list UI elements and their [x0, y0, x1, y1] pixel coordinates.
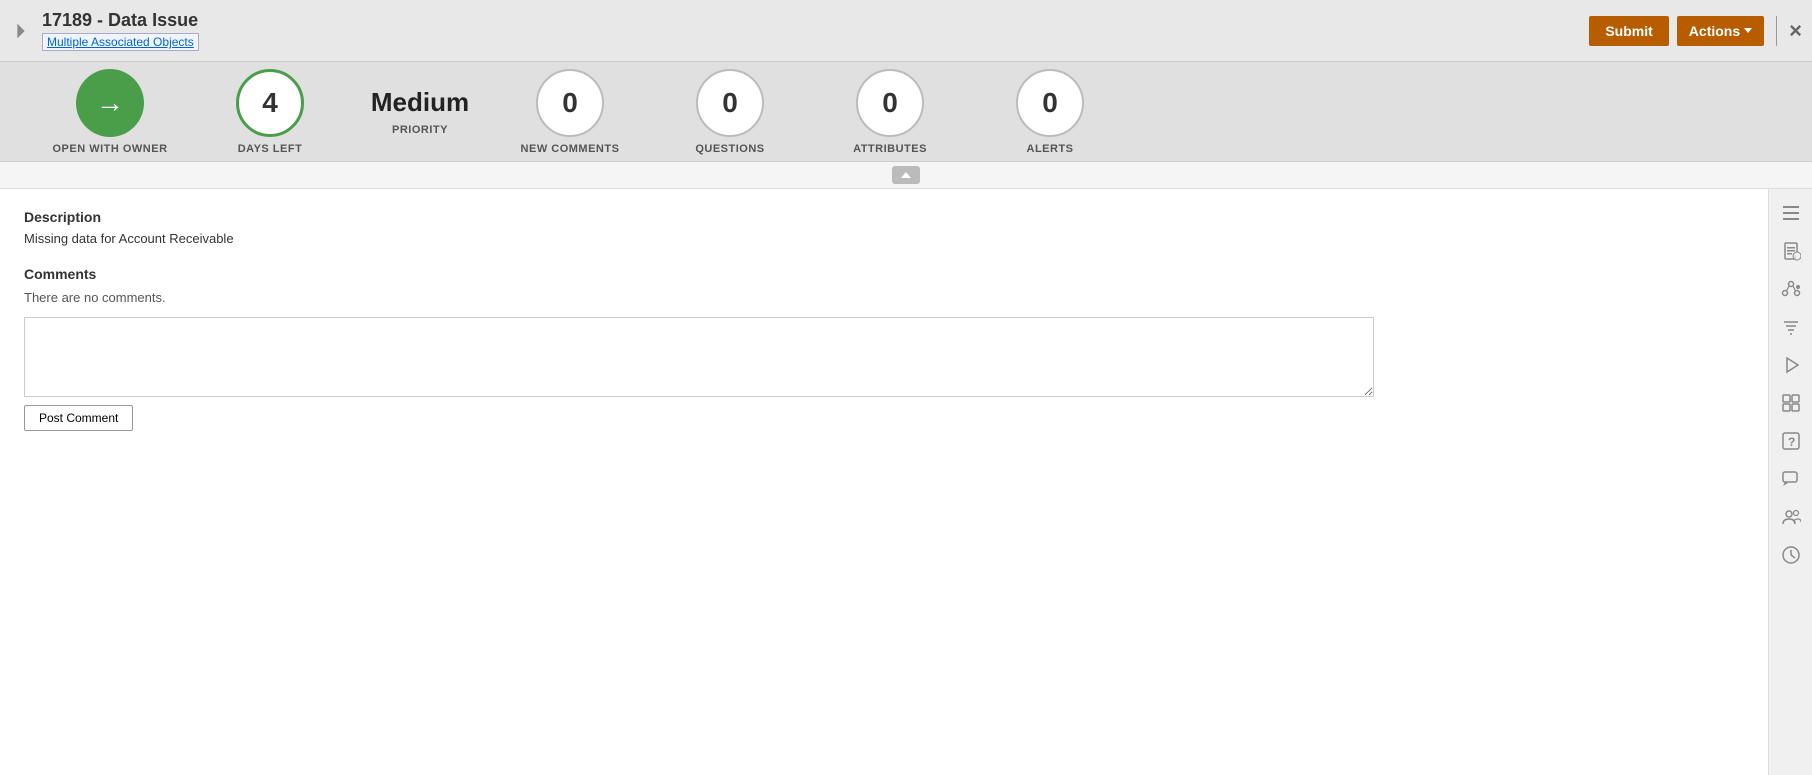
status-alerts: 0 ALERTS [970, 69, 1130, 155]
question-icon[interactable]: ? [1773, 423, 1809, 459]
submit-button[interactable]: Submit [1589, 16, 1668, 46]
play-icon[interactable] [1773, 347, 1809, 383]
attributes-label: ATTRIBUTES [853, 143, 927, 155]
close-button[interactable]: × [1789, 20, 1802, 42]
main-content: Description Missing data for Account Rec… [0, 189, 1768, 775]
header: 17189 - Data Issue Multiple Associated O… [0, 0, 1812, 62]
priority-label: PRIORITY [392, 124, 448, 136]
no-comments-text: There are no comments. [24, 290, 1744, 305]
comment-textarea[interactable] [24, 317, 1374, 397]
description-title: Description [24, 209, 1744, 225]
priority-value: Medium [371, 87, 469, 118]
open-owner-label: OPEN WITH OWNER [52, 143, 167, 155]
header-title-block: 17189 - Data Issue Multiple Associated O… [42, 10, 199, 51]
status-new-comments: 0 NEW COMMENTS [490, 69, 650, 155]
nav-arrow-icon[interactable] [10, 20, 32, 42]
days-left-value: 4 [262, 87, 278, 119]
status-open-with-owner: → OPEN WITH OWNER [30, 69, 190, 155]
associated-objects-link[interactable]: Multiple Associated Objects [42, 33, 199, 51]
dashboard-icon[interactable] [1773, 385, 1809, 421]
days-left-label: DAYS LEFT [238, 143, 303, 155]
alerts-circle[interactable]: 0 [1016, 69, 1084, 137]
actions-button[interactable]: Actions [1677, 16, 1764, 46]
alerts-label: ALERTS [1027, 143, 1074, 155]
days-left-circle[interactable]: 4 [236, 69, 304, 137]
chat-icon[interactable] [1773, 461, 1809, 497]
status-questions: 0 QUESTIONS [650, 69, 810, 155]
workflow-icon[interactable] [1773, 271, 1809, 307]
main-layout: Description Missing data for Account Rec… [0, 189, 1812, 775]
list-icon[interactable] [1773, 195, 1809, 231]
open-owner-circle[interactable]: → [76, 69, 144, 137]
collapse-bar [0, 162, 1812, 189]
collapse-button[interactable] [892, 166, 920, 184]
actions-label: Actions [1689, 23, 1740, 39]
arrow-right-icon: → [96, 87, 124, 119]
alerts-value: 0 [1042, 87, 1058, 119]
status-bar: → OPEN WITH OWNER 4 DAYS LEFT Medium PRI… [0, 62, 1812, 162]
actions-caret-icon [1744, 28, 1752, 33]
questions-circle[interactable]: 0 [696, 69, 764, 137]
post-comment-button[interactable]: Post Comment [24, 405, 133, 431]
right-sidebar: i [1768, 189, 1812, 775]
new-comments-circle[interactable]: 0 [536, 69, 604, 137]
status-attributes: 0 ATTRIBUTES [810, 69, 970, 155]
header-divider [1776, 16, 1777, 46]
attributes-value: 0 [882, 87, 898, 119]
notes-icon[interactable]: i [1773, 233, 1809, 269]
header-right: Submit Actions × [1589, 16, 1802, 46]
questions-value: 0 [722, 87, 738, 119]
new-comments-value: 0 [562, 87, 578, 119]
users-icon[interactable] [1773, 499, 1809, 535]
status-priority: Medium PRIORITY [350, 87, 490, 136]
questions-label: QUESTIONS [695, 143, 764, 155]
status-days-left: 4 DAYS LEFT [190, 69, 350, 155]
description-text: Missing data for Account Receivable [24, 231, 1744, 246]
comments-title: Comments [24, 266, 1744, 282]
header-left: 17189 - Data Issue Multiple Associated O… [10, 10, 1589, 51]
svg-text:i: i [1794, 255, 1795, 261]
clock-icon[interactable] [1773, 537, 1809, 573]
new-comments-label: NEW COMMENTS [521, 143, 620, 155]
attributes-circle[interactable]: 0 [856, 69, 924, 137]
filter-icon[interactable] [1773, 309, 1809, 345]
page-title: 17189 - Data Issue [42, 10, 199, 31]
chevron-up-icon [901, 172, 911, 178]
svg-text:?: ? [1788, 435, 1795, 449]
